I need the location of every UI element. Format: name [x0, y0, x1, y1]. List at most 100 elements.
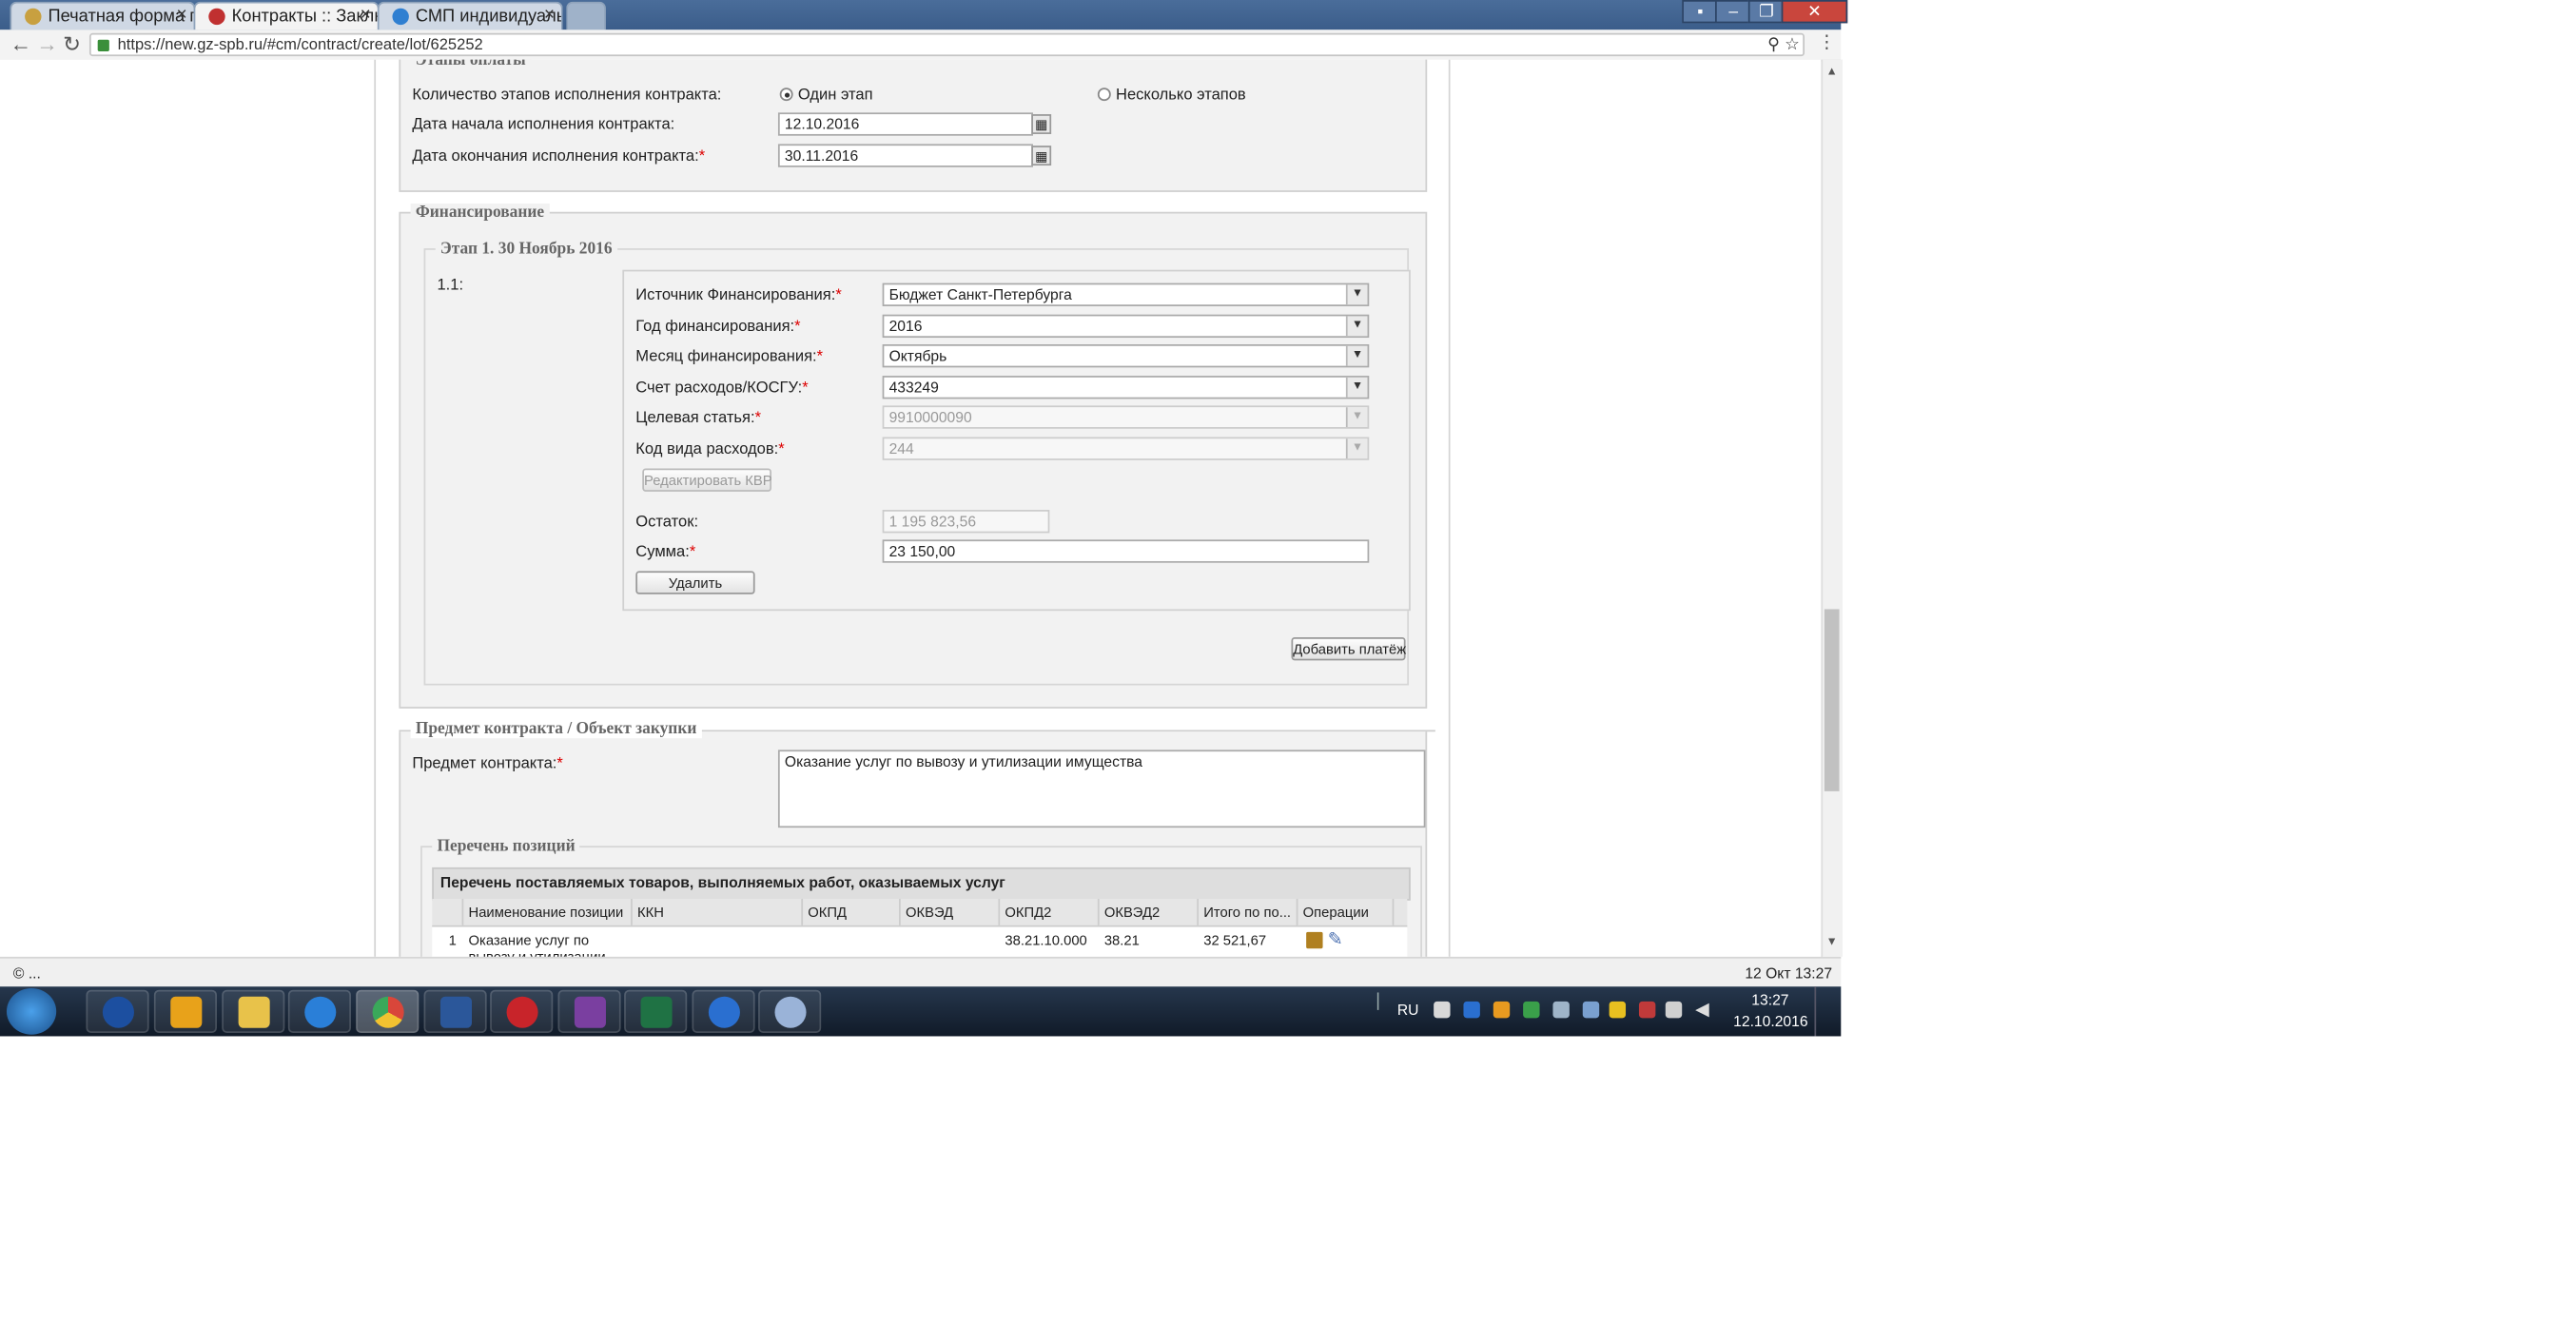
col-total[interactable]: Итого по по...: [1203, 904, 1291, 920]
close-icon[interactable]: ×: [361, 5, 371, 25]
forward-icon[interactable]: →: [36, 31, 58, 56]
column-separator: [461, 899, 464, 925]
table-row[interactable]: 1 Оказание услуг по вывозу и утилизации …: [432, 926, 1408, 957]
year-select[interactable]: 2016 ▼: [882, 314, 1370, 339]
financing-legend: Финансирование: [410, 204, 550, 223]
browser-tab-smp[interactable]: СМП индивидуаль ×: [377, 1, 563, 30]
document-icon[interactable]: [1306, 931, 1323, 949]
account-label: Счет расходов/КОСГУ:*: [635, 379, 809, 398]
page-scrollbar[interactable]: ▲ ▼: [1821, 59, 1844, 957]
language-indicator[interactable]: RU: [1397, 1002, 1419, 1018]
scrollbar-thumb[interactable]: [1824, 609, 1840, 791]
address-bar[interactable]: https://new.gz-spb.ru/#cm/contract/creat…: [88, 32, 1805, 58]
globe-icon: [392, 8, 409, 26]
delete-button[interactable]: Удалить: [635, 571, 755, 594]
calendar-icon[interactable]: ▦: [1031, 114, 1052, 134]
col-name[interactable]: Наименование позиции: [469, 904, 624, 920]
volume-icon[interactable]: ◀: [1695, 998, 1709, 1020]
device-icon[interactable]: [1582, 1001, 1600, 1019]
col-okved2[interactable]: ОКВЭД2: [1104, 904, 1160, 920]
remainder-field: 1 195 823,56: [882, 510, 1050, 534]
col-okpd2[interactable]: ОКПД2: [1005, 904, 1051, 920]
browser-tab-contracts[interactable]: Контракты :: Заклю ×: [193, 1, 380, 30]
back-icon[interactable]: ←: [10, 31, 31, 56]
col-kkn[interactable]: ККН: [637, 904, 664, 920]
reload-icon[interactable]: ↻: [63, 31, 81, 58]
add-payment-button[interactable]: Добавить платёж: [1291, 637, 1406, 661]
minimize-button[interactable]: –: [1715, 0, 1752, 24]
clock-date[interactable]: 12.10.2016: [1733, 1013, 1807, 1029]
window-close-button[interactable]: ✕: [1781, 0, 1848, 24]
column-separator: [1392, 899, 1395, 925]
flag-app-icon[interactable]: [557, 989, 621, 1033]
menu-icon[interactable]: ⋮: [1818, 31, 1836, 53]
notification-icon[interactable]: [1609, 1001, 1627, 1019]
account-select[interactable]: 433249 ▼: [882, 376, 1370, 399]
zoom-icon[interactable]: ⚲: [1767, 35, 1780, 58]
subject-textarea[interactable]: Оказание услуг по вывозу и утилизации им…: [777, 750, 1426, 828]
tray-expand-icon[interactable]: ▏: [1377, 993, 1389, 1011]
start-date-label: Дата начала исполнения контракта:: [412, 115, 675, 134]
excel-icon[interactable]: [624, 989, 688, 1033]
edit-kvr-button[interactable]: Редактировать КВР: [642, 468, 772, 492]
close-icon[interactable]: ×: [176, 5, 186, 25]
month-select[interactable]: Октябрь ▼: [882, 343, 1370, 368]
sync-icon[interactable]: [1523, 1001, 1540, 1019]
tab-label: Контракты :: Заклю: [231, 6, 380, 27]
row-name: Оказание услуг по: [468, 931, 590, 949]
source-select[interactable]: Бюджет Санкт-Петербурга ▼: [882, 282, 1370, 306]
radio-one-stage[interactable]: [779, 88, 793, 102]
chrome-icon[interactable]: [356, 989, 420, 1033]
ie-icon[interactable]: [287, 989, 351, 1033]
col-operations: Операции: [1302, 904, 1369, 921]
col-okpd[interactable]: ОКПД: [808, 904, 847, 920]
network-share-icon[interactable]: [1552, 1001, 1570, 1019]
start-date-input[interactable]: 12.10.2016: [777, 112, 1033, 136]
row-total: 32 521,67: [1203, 931, 1267, 949]
close-icon[interactable]: ×: [544, 5, 555, 25]
browser-toolbar: ← → ↻ https://new.gz-spb.ru/#cm/contract…: [0, 29, 1842, 62]
e-app-icon[interactable]: [692, 989, 755, 1033]
row-number: 1: [448, 931, 457, 949]
bluetooth-icon[interactable]: [1463, 1001, 1480, 1019]
paint-icon[interactable]: [758, 989, 822, 1033]
sphere-app-icon[interactable]: [86, 989, 149, 1033]
browser-tab-print-form[interactable]: Печатная форма п ×: [10, 1, 196, 30]
user-icon[interactable]: ▪: [1682, 0, 1719, 24]
shield-icon: [25, 8, 42, 26]
positions-legend: Перечень позиций: [432, 837, 580, 856]
word-icon[interactable]: [423, 989, 487, 1033]
keyboard-icon[interactable]: [1434, 1001, 1451, 1019]
outlook-icon[interactable]: [153, 989, 217, 1033]
end-date-input[interactable]: 30.11.2016: [777, 144, 1033, 167]
kvr-value: 244: [888, 439, 914, 458]
column-separator: [1197, 899, 1200, 925]
tab-label: СМП индивидуаль: [415, 6, 563, 27]
remainder-value: 1 195 823,56: [888, 513, 977, 530]
start-orb-icon[interactable]: [6, 987, 57, 1035]
scroll-down-icon[interactable]: ▼: [1826, 937, 1838, 948]
pdf-icon[interactable]: [1638, 1001, 1656, 1019]
page-content: Этапы оплаты Количество этапов исполнени…: [374, 59, 1451, 957]
red-app-icon[interactable]: [490, 989, 554, 1033]
scroll-up-icon[interactable]: ▲: [1826, 67, 1838, 78]
security-icon[interactable]: [1493, 1001, 1511, 1019]
col-okved[interactable]: ОКВЭД: [906, 904, 953, 920]
clock-time[interactable]: 13:27: [1751, 991, 1788, 1007]
target-value: 9910000090: [888, 408, 972, 426]
new-tab-button[interactable]: [566, 1, 606, 30]
action-center-icon[interactable]: [1665, 1001, 1683, 1019]
maximize-button[interactable]: ❐: [1747, 0, 1786, 24]
pencil-icon[interactable]: ✎: [1328, 928, 1343, 950]
radio-many-stages[interactable]: [1097, 88, 1111, 102]
sum-input[interactable]: 23 150,00: [882, 539, 1370, 563]
positions-table-title: Перечень поставляемых товаров, выполняем…: [439, 873, 1005, 891]
star-icon[interactable]: ☆: [1785, 35, 1800, 58]
explorer-icon[interactable]: [222, 989, 285, 1033]
target-label: Целевая статья:*: [635, 408, 762, 428]
page-viewport: Этапы оплаты Количество этапов исполнени…: [0, 59, 1822, 957]
stage-1-section: Этап 1. 30 Ноябрь 2016 1.1: Источник Фин…: [423, 240, 1411, 686]
financing-item-box: Источник Финансирования:* Бюджет Санкт-П…: [622, 269, 1411, 612]
calendar-icon[interactable]: ▦: [1031, 146, 1052, 166]
show-desktop-button[interactable]: [1814, 986, 1839, 1037]
